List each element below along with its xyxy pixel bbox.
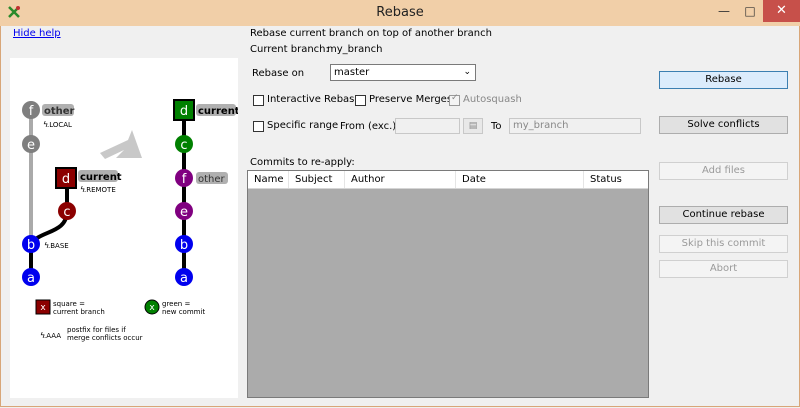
help-diagram-panel: f e d c b a other ϟ .LOCAL current ϟ .RE… [10, 58, 240, 398]
specific-range-label: Specific range [267, 120, 339, 131]
node-left-b: b [22, 235, 40, 253]
specific-range-checkbox[interactable] [253, 121, 264, 132]
svg-text:d: d [62, 172, 70, 187]
solve-conflicts-button[interactable]: Solve conflicts [659, 116, 788, 134]
node-left-e: e [22, 135, 40, 153]
maximize-button[interactable]: □ [737, 0, 763, 22]
current-branch-value: my_branch [327, 44, 383, 55]
svg-text:e: e [27, 138, 35, 153]
node-right-a: a [175, 268, 193, 286]
arrow-icon [100, 130, 142, 159]
label-remote: .REMOTE [84, 186, 116, 194]
commits-grid[interactable]: Name Subject Author Date Status [247, 170, 649, 398]
hide-help-link[interactable]: Hide help [13, 28, 61, 39]
svg-text:c: c [180, 138, 187, 153]
node-left-d: d [55, 167, 77, 189]
continue-rebase-button[interactable]: Continue rebase [659, 206, 788, 224]
rebase-button[interactable]: Rebase [659, 71, 788, 89]
to-input[interactable]: my_branch [509, 118, 641, 134]
rebase-diagram: f e d c b a other ϟ .LOCAL current ϟ .RE… [22, 99, 240, 342]
node-left-a: a [22, 268, 40, 286]
commit-picker-icon: ▤ [468, 121, 478, 131]
svg-text:a: a [27, 271, 35, 286]
column-status[interactable]: Status [584, 171, 648, 188]
skip-commit-button[interactable]: Skip this commit [659, 235, 788, 253]
column-subject[interactable]: Subject [289, 171, 345, 188]
node-left-c: c [58, 202, 76, 220]
svg-text:new commit: new commit [162, 308, 205, 316]
label-other-right: other [198, 174, 226, 185]
abort-button[interactable]: Abort [659, 260, 788, 278]
commits-label: Commits to re-apply: [250, 157, 355, 168]
preserve-merges-label: Preserve Merges [369, 94, 453, 105]
svg-text:e: e [180, 205, 188, 220]
close-button[interactable]: ✕ [763, 0, 800, 22]
label-local: .LOCAL [47, 121, 72, 129]
label-other-left: other [44, 106, 75, 117]
window-title: Rebase [376, 5, 424, 20]
svg-text:f: f [29, 104, 34, 119]
svg-text:b: b [27, 238, 35, 253]
node-right-b: b [175, 235, 193, 253]
rebase-on-value: master [334, 67, 370, 78]
column-name[interactable]: Name [248, 171, 289, 188]
label-current-right: current [198, 106, 238, 117]
form-heading: Rebase current branch on top of another … [250, 28, 492, 39]
title-bar: Rebase — □ ✕ [0, 0, 800, 26]
svg-text:c: c [63, 205, 70, 220]
svg-text:.AAA: .AAA [44, 332, 61, 340]
pick-commit-button[interactable]: ▤ [463, 118, 483, 134]
preserve-merges-checkbox[interactable] [355, 95, 366, 106]
node-right-d: d [173, 99, 195, 121]
svg-text:square =: square = [53, 300, 85, 308]
legend-square: x square = current branch [35, 299, 105, 316]
label-base: .BASE [48, 242, 69, 250]
svg-text:f: f [182, 172, 187, 187]
interactive-rebase-label: Interactive Rebase [267, 94, 361, 105]
node-left-f: f [22, 101, 40, 119]
to-label: To [491, 121, 502, 132]
svg-text:d: d [180, 104, 188, 119]
svg-text:a: a [180, 271, 188, 286]
from-label: From (exc.) [340, 121, 397, 132]
column-author[interactable]: Author [345, 171, 456, 188]
svg-text:postfix for files if: postfix for files if [67, 326, 126, 334]
node-right-f: f [175, 169, 193, 187]
rebase-on-select[interactable]: master ⌄ [330, 64, 476, 81]
svg-text:merge conflicts occur: merge conflicts occur [67, 334, 143, 342]
minimize-button[interactable]: — [711, 0, 737, 22]
node-right-c: c [175, 135, 193, 153]
add-files-button[interactable]: Add files [659, 162, 788, 180]
rebase-on-label: Rebase on [252, 68, 305, 79]
svg-text:x: x [40, 303, 46, 313]
column-date[interactable]: Date [456, 171, 584, 188]
current-branch-label: Current branch: [250, 44, 329, 55]
svg-text:b: b [180, 238, 188, 253]
from-input[interactable] [395, 118, 460, 134]
label-current-left: current [80, 172, 122, 183]
grid-header: Name Subject Author Date Status [248, 171, 648, 189]
chevron-down-icon: ⌄ [463, 67, 471, 77]
autosquash-label: Autosquash [463, 94, 522, 105]
node-right-e: e [175, 202, 193, 220]
svg-text:current branch: current branch [53, 308, 105, 316]
svg-text:x: x [149, 303, 155, 313]
check-icon: ✓ [451, 93, 459, 103]
autosquash-checkbox[interactable]: ✓ [449, 93, 460, 106]
svg-text:green =: green = [162, 300, 190, 308]
interactive-rebase-checkbox[interactable] [253, 95, 264, 106]
legend-postfix: ϟ .AAA postfix for files if merge confli… [40, 326, 143, 342]
legend-green: x green = new commit [144, 299, 205, 316]
